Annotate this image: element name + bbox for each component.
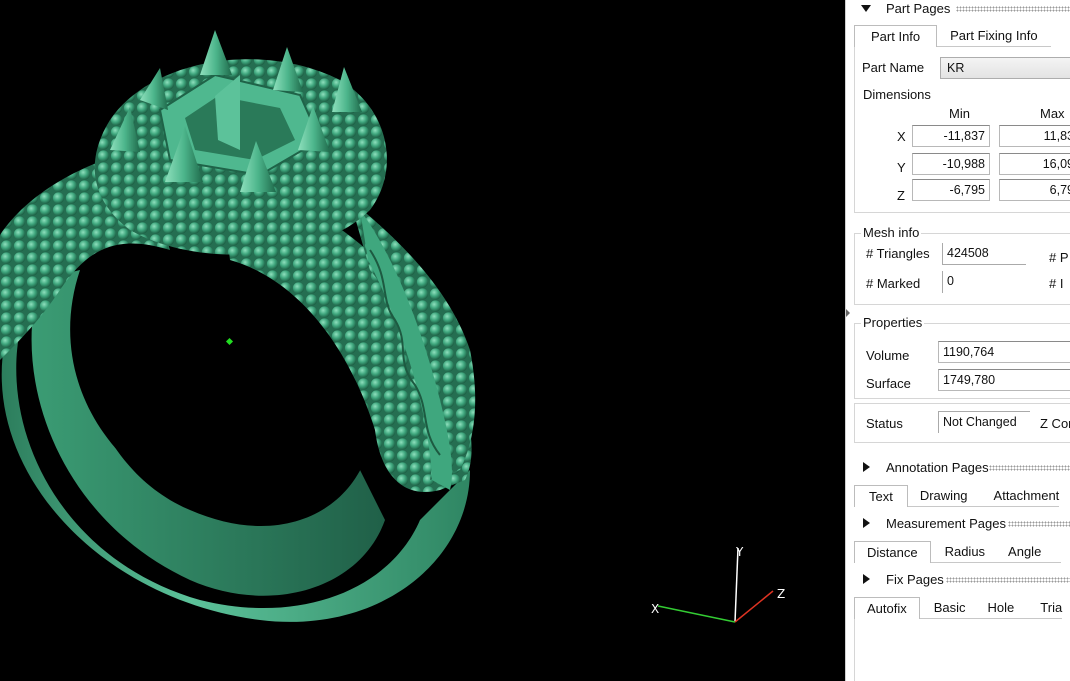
surface-label: Surface (866, 376, 911, 391)
tab-drawing[interactable]: Drawing (907, 485, 981, 507)
dimensions-title: Dimensions (861, 87, 933, 102)
collapse-arrow-icon[interactable] (861, 5, 871, 12)
tab-angle[interactable]: Angle (999, 541, 1062, 563)
part-pages-title: Part Pages (886, 1, 951, 16)
marked-value: 0 (942, 271, 1026, 293)
expand-arrow-icon[interactable] (863, 518, 870, 528)
annotation-pages-header[interactable]: Annotation Pages (846, 459, 1070, 477)
measurement-pages-header[interactable]: Measurement Pages (846, 515, 1070, 533)
fix-pages-header[interactable]: Fix Pages (846, 571, 1070, 589)
dim-z-min-field[interactable]: -6,795 (912, 179, 990, 201)
axis-y-label: Y (735, 545, 744, 559)
triangles-label: # Triangles (866, 246, 930, 261)
tab-distance[interactable]: Distance (854, 541, 931, 563)
dim-y-min-field[interactable]: -10,988 (912, 153, 990, 175)
status-value: Not Changed (938, 411, 1030, 433)
volume-label: Volume (866, 348, 910, 363)
tab-text[interactable]: Text (854, 485, 908, 507)
tab-radius[interactable]: Radius (930, 541, 1000, 563)
tab-hole[interactable]: Hole (979, 597, 1029, 619)
triangles-value: 424508 (942, 243, 1026, 265)
tab-attachment[interactable]: Attachment (980, 485, 1060, 507)
surface-field[interactable]: 1749,780 (938, 369, 1070, 391)
fix-pages-title: Fix Pages (886, 572, 944, 587)
dim-y-max-field[interactable]: 16,09 (999, 153, 1070, 175)
dim-x-min-field[interactable]: -11,837 (912, 125, 990, 147)
splitter-handle-icon[interactable] (846, 308, 850, 318)
part-name-select[interactable]: KR (940, 57, 1070, 79)
dimensions-min-header: Min (949, 106, 970, 121)
properties-title: Properties (861, 315, 925, 330)
tab-part-fixing-info[interactable]: Part Fixing Info (937, 25, 1051, 47)
dim-z-label: Z (897, 188, 905, 203)
mesh-info-title: Mesh info (861, 225, 922, 240)
dim-z-max-field[interactable]: 6,79 (999, 179, 1070, 201)
mesh-info-right-label-2: # I (1049, 276, 1064, 291)
axis-z-label: Z (777, 587, 785, 601)
axis-gizmo: Y X Z (651, 545, 785, 623)
dim-y-label: Y (897, 160, 906, 175)
properties-panel: Part Pages Part Info Part Fixing Info Pa… (845, 0, 1070, 681)
dim-x-max-field[interactable]: 11,83 (999, 125, 1070, 147)
volume-field[interactable]: 1190,764 (938, 341, 1070, 363)
grip-dots (989, 465, 1070, 471)
measurement-tabs: Distance Radius Angle (854, 541, 1062, 563)
grip-dots (1008, 521, 1070, 527)
part-name-label: Part Name (862, 60, 925, 75)
dim-x-label: X (897, 129, 906, 144)
3d-viewport[interactable]: Y X Z (0, 0, 845, 681)
ring-model[interactable]: Y X Z (0, 0, 845, 681)
part-pages-header[interactable]: Part Pages (846, 0, 1070, 18)
grip-dots (956, 6, 1070, 12)
expand-arrow-icon[interactable] (863, 462, 870, 472)
status-label: Status (866, 416, 903, 431)
part-pages-tabs: Part Info Part Fixing Info (854, 25, 1051, 47)
tab-basic[interactable]: Basic (919, 597, 980, 619)
expand-arrow-icon[interactable] (863, 574, 870, 584)
tab-part-info[interactable]: Part Info (854, 25, 938, 47)
mesh-info-right-label-1: # P (1049, 250, 1069, 265)
marked-label: # Marked (866, 276, 921, 291)
grip-dots (946, 577, 1070, 583)
axis-x-label: X (651, 602, 659, 616)
annotation-tabs: Text Drawing Attachment (854, 485, 1060, 507)
fix-page-border (854, 619, 855, 681)
tab-triangle[interactable]: Tria (1028, 597, 1063, 619)
fix-tabs: Autofix Basic Hole Tria (854, 597, 1063, 619)
annotation-pages-title: Annotation Pages (886, 460, 989, 475)
dimensions-max-header: Max (1040, 106, 1065, 121)
tab-autofix[interactable]: Autofix (854, 597, 920, 619)
status-right-label: Z Cor (1040, 416, 1070, 431)
measurement-pages-title: Measurement Pages (886, 516, 1006, 531)
